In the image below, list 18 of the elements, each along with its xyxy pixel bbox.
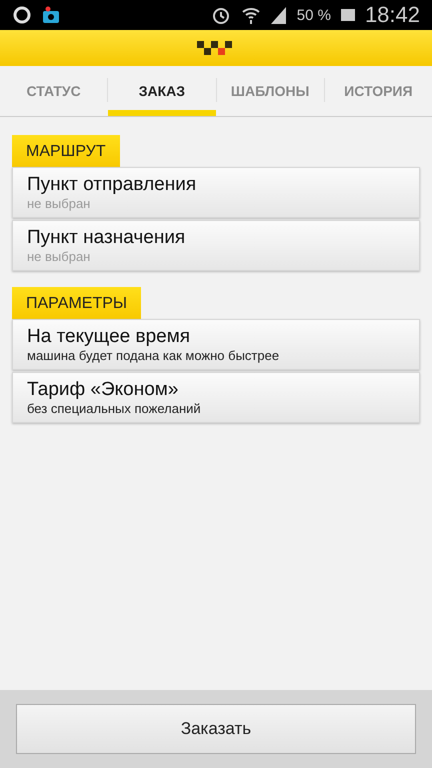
tab[interactable]: ЗАКАЗ — [108, 66, 216, 116]
order-button[interactable]: Заказать — [16, 704, 416, 754]
option-title: На текущее время — [27, 326, 192, 348]
option-card[interactable]: Пункт отправления не выбран — [12, 167, 420, 218]
option-title: Пункт отправления — [27, 174, 198, 196]
option-subtitle: без специальных пожеланий — [27, 401, 202, 416]
option-title: Тариф «Эконом» — [27, 379, 180, 401]
option-card[interactable]: На текущее время машина будет подана как можно быстрее — [12, 319, 420, 370]
section-heading: МАРШРУТ — [12, 135, 120, 167]
option-card[interactable]: Пункт назначения не выбран — [12, 220, 420, 271]
clock-time: 18:42 — [364, 2, 420, 28]
option-subtitle: машина будет подана как можно быстрее — [27, 348, 280, 363]
option-card[interactable]: Тариф «Эконом» без специальных пожеланий — [12, 372, 420, 423]
option-title: Пункт назначения — [27, 227, 186, 249]
option-subtitle: не выбран — [27, 196, 92, 211]
option-subtitle: не выбран — [27, 249, 92, 264]
section-heading: ПАРАМЕТРЫ — [12, 287, 142, 319]
battery-level: 50 % — [296, 6, 331, 24]
